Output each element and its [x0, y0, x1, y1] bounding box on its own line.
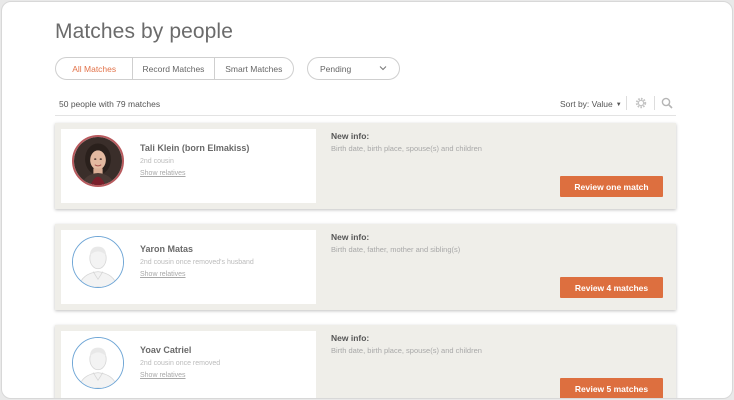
review-matches-button[interactable]: Review 5 matches [560, 378, 663, 398]
person-relationship: 2nd cousin once removed [140, 360, 221, 367]
toolbar-divider [626, 96, 627, 110]
person-photo [74, 137, 122, 185]
tab-record-matches[interactable]: Record Matches [133, 58, 215, 79]
search-icon[interactable] [661, 97, 673, 109]
show-relatives-link[interactable]: Show relatives [140, 170, 186, 177]
person-relationship: 2nd cousin [140, 158, 174, 165]
gear-icon[interactable] [635, 97, 647, 109]
show-relatives-link[interactable]: Show relatives [140, 372, 186, 379]
caret-down-icon: ▼ [615, 102, 622, 108]
avatar[interactable] [72, 236, 124, 288]
match-card: Yaron Matas 2nd cousin once removed's hu… [55, 224, 676, 310]
person-panel: Tali Klein (born Elmakiss) 2nd cousin Sh… [61, 129, 316, 203]
status-dropdown[interactable]: Pending [307, 57, 400, 80]
tab-all-matches[interactable]: All Matches [56, 58, 134, 79]
new-info-title: New info: [331, 232, 370, 242]
divider [55, 115, 676, 116]
person-name[interactable]: Yaron Matas [140, 244, 193, 254]
chevron-down-icon [379, 66, 387, 71]
male-silhouette-icon [73, 338, 123, 388]
avatar[interactable] [72, 135, 124, 187]
male-silhouette-icon [73, 237, 123, 287]
sort-label: Sort by: Value [560, 99, 613, 109]
match-card: Tali Klein (born Elmakiss) 2nd cousin Sh… [55, 123, 676, 209]
match-type-tabs: All Matches Record Matches Smart Matches [55, 57, 294, 80]
status-dropdown-value: Pending [320, 63, 352, 74]
avatar[interactable] [72, 337, 124, 389]
results-summary: 50 people with 79 matches [59, 99, 161, 109]
new-info-details: Birth date, birth place, spouse(s) and c… [331, 346, 482, 355]
app-window: Matches by people All Matches Record Mat… [1, 1, 733, 399]
match-card: Yoav Catriel 2nd cousin once removed Sho… [55, 325, 676, 398]
new-info-title: New info: [331, 333, 370, 343]
sort-dropdown[interactable]: Sort by: Value ▼ [560, 99, 622, 109]
toolbar-divider [654, 96, 655, 110]
person-name[interactable]: Tali Klein (born Elmakiss) [140, 143, 249, 153]
new-info-details: Birth date, birth place, spouse(s) and c… [331, 144, 482, 153]
show-relatives-link[interactable]: Show relatives [140, 271, 186, 278]
person-panel: Yaron Matas 2nd cousin once removed's hu… [61, 230, 316, 304]
review-matches-button[interactable]: Review one match [560, 176, 663, 197]
person-panel: Yoav Catriel 2nd cousin once removed Sho… [61, 331, 316, 398]
person-relationship: 2nd cousin once removed's husband [140, 259, 254, 266]
new-info-title: New info: [331, 131, 370, 141]
review-matches-button[interactable]: Review 4 matches [560, 277, 663, 298]
new-info-details: Birth date, father, mother and sibling(s… [331, 245, 461, 254]
tab-smart-matches[interactable]: Smart Matches [215, 58, 293, 79]
person-name[interactable]: Yoav Catriel [140, 345, 191, 355]
page-title: Matches by people [55, 20, 233, 43]
